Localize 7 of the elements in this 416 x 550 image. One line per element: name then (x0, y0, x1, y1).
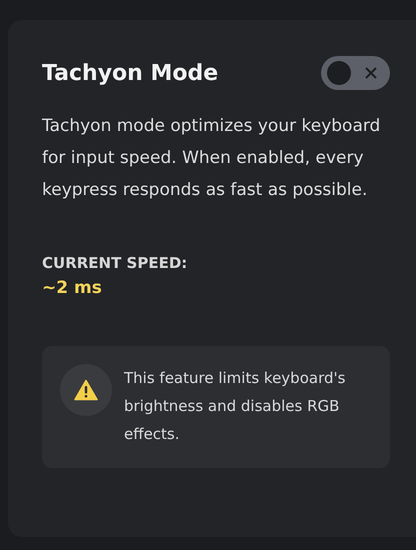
speed-value: ~2 ms (42, 278, 103, 298)
warning-text: This feature limits keyboard's brightness and disables RGB effects. (124, 368, 346, 445)
toggle-switch[interactable] (321, 56, 390, 90)
close-icon (364, 66, 378, 80)
description-text: Tachyon mode optimizes your keyboard for input speed. When enabled, every keypress responds as fast as possible. (42, 115, 382, 202)
speed-label: CURRENT SPEED: (42, 254, 188, 272)
panel-title: Tachyon Mode (42, 60, 218, 86)
